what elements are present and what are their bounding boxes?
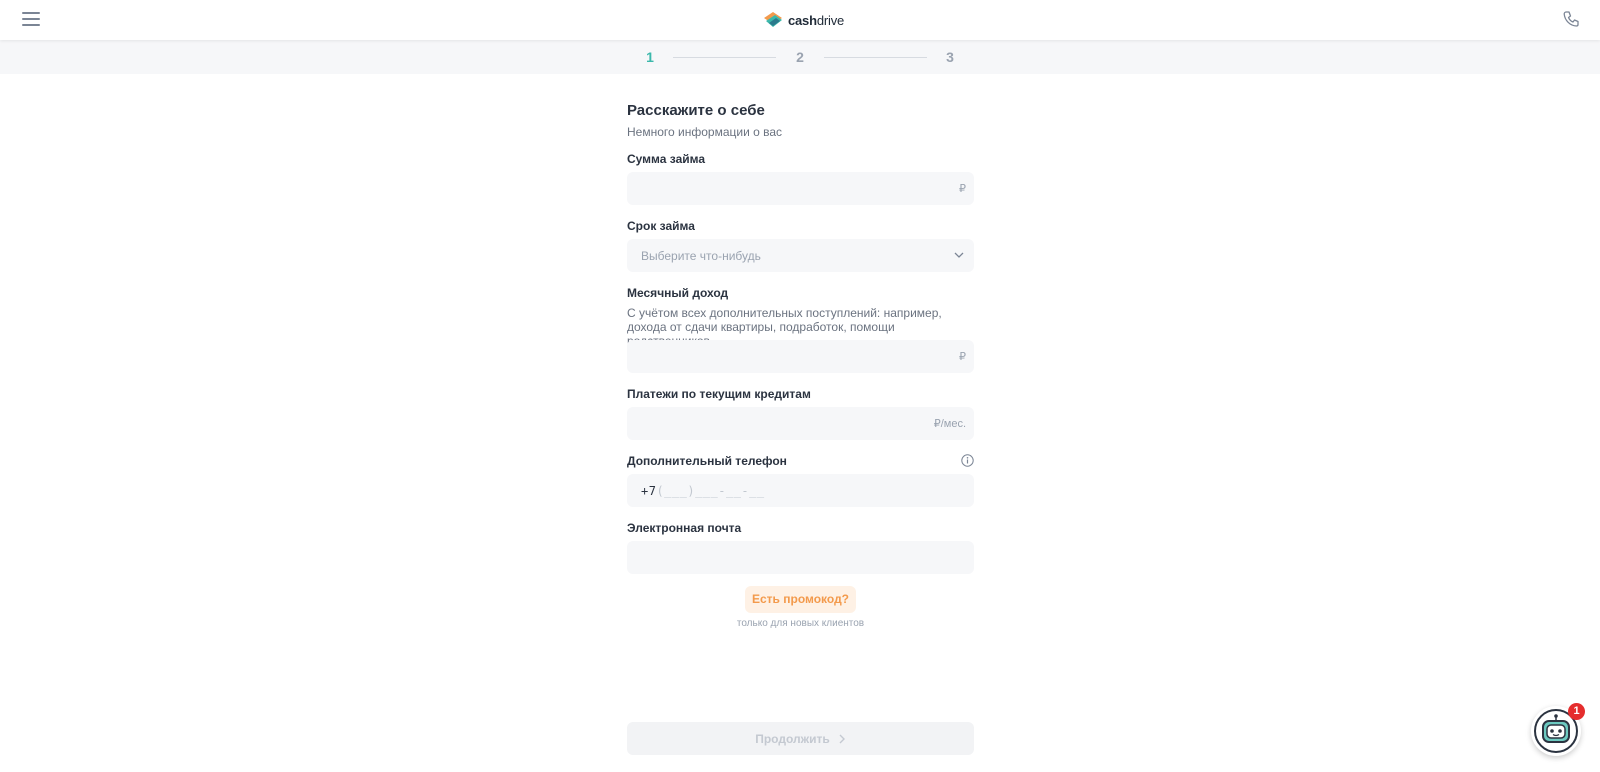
phone-icon[interactable] <box>1562 10 1580 28</box>
step-indicator: 1 2 3 <box>0 40 1600 74</box>
form-subtitle: Немного информации о вас <box>627 125 783 139</box>
loan-amount-label: Сумма займа <box>627 152 706 166</box>
per-month-suffix: ₽/мес. <box>933 418 966 430</box>
chat-bot-widget[interactable]: 1 <box>1531 703 1585 756</box>
monthly-income-input[interactable]: ₽ <box>627 340 974 373</box>
step-3: 3 <box>946 49 954 65</box>
form-title: Расскажите о себе <box>627 102 765 119</box>
loan-term-placeholder: Выберите что-нибудь <box>641 249 761 263</box>
step-connector <box>673 57 776 58</box>
currency-suffix: ₽ <box>959 183 966 195</box>
email-input[interactable] <box>627 541 974 574</box>
hamburger-menu-icon[interactable] <box>22 12 40 26</box>
cashdrive-logo[interactable]: cashdrive <box>762 9 844 31</box>
continue-label: Продолжить <box>755 731 830 746</box>
loan-term-select[interactable]: Выберите что-нибудь <box>627 239 974 272</box>
notification-badge: 1 <box>1568 703 1585 720</box>
step-1: 1 <box>646 49 654 65</box>
logo-text: cashdrive <box>788 12 845 28</box>
monthly-income-label: Месячный доход <box>627 286 729 300</box>
chevron-down-icon <box>954 252 964 258</box>
continue-button[interactable]: Продолжить <box>627 722 974 755</box>
top-header: cashdrive <box>0 0 1600 40</box>
chevron-right-icon <box>839 734 845 743</box>
info-icon[interactable] <box>961 454 974 467</box>
step-connector <box>824 57 927 58</box>
current-payments-input[interactable]: ₽/мес. <box>627 407 974 440</box>
current-payments-label: Платежи по текущим кредитам <box>627 387 811 401</box>
promo-note: только для новых клиентов <box>736 618 865 629</box>
promo-code-button[interactable]: Есть промокод? <box>745 586 856 613</box>
phone-mask: +7(___)___-__-__ <box>641 484 765 498</box>
email-label: Электронная почта <box>627 521 742 535</box>
extra-phone-input[interactable]: +7(___)___-__-__ <box>627 474 974 507</box>
currency-suffix: ₽ <box>959 351 966 363</box>
extra-phone-label: Дополнительный телефон <box>627 454 787 468</box>
step-2: 2 <box>796 49 804 65</box>
logo-icon <box>764 12 782 27</box>
loan-term-label: Срок займа <box>627 219 695 233</box>
loan-amount-input[interactable]: ₽ <box>627 172 974 205</box>
